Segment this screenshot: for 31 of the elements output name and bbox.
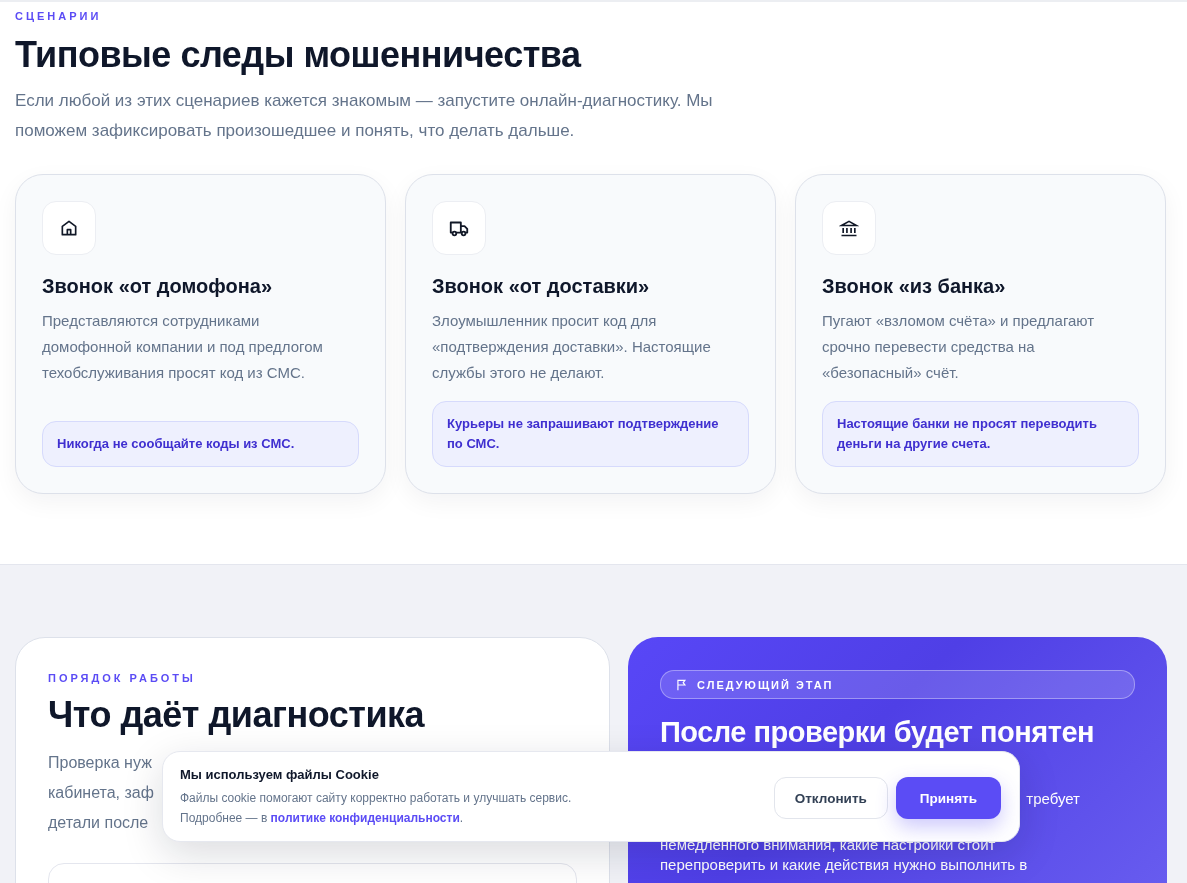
section-label: ПОРЯДОК РАБОТЫ: [48, 672, 197, 684]
cookie-more-text: Подробнее — в политике конфиденциальности.: [180, 810, 465, 827]
badge-label: СЛЕДУЮЩИЙ ЭТАП: [697, 678, 834, 691]
tip-note: Настоящие банки не просят переводить деньги на другие счета.: [822, 401, 1139, 467]
cookie-title: Мы используем файлы Cookie: [180, 767, 380, 782]
text-line: детали после: [48, 813, 149, 833]
card-title: Звонок «от домофона»: [42, 275, 273, 298]
card-description: Злоумышленник просит код для «подтверждения доставки». Настоящие службы этого не делают.: [432, 311, 712, 383]
card-heading: После проверки будет понятен: [660, 715, 1096, 749]
decline-button[interactable]: Отклонить: [773, 777, 888, 819]
house-icon: [59, 218, 79, 238]
flag-icon: [675, 677, 689, 692]
accept-button[interactable]: Принять: [895, 777, 1001, 819]
text-line: Проверка нуж: [48, 753, 152, 773]
tip-note: Курьеры не запрашивают подтверждение по СМС.: [432, 401, 749, 467]
cookie-text: Файлы cookie помогают сайту корректно работать и улучшать сервис.: [180, 790, 572, 807]
text-line: требует: [1026, 789, 1080, 809]
section-label: СЦЕНАРИИ: [15, 10, 103, 22]
card-description: Представляются сотрудниками домофонной компании и под предлогом техобслуживания просят код из СМС.: [42, 311, 324, 383]
section-title: Типовые следы мошенничества: [15, 34, 583, 76]
card-title: Звонок «от доставки»: [432, 275, 651, 298]
tip-note: Никогда не сообщайте коды из СМС.: [42, 421, 359, 467]
text-line: немедленного внимания, какие настройки стоит: [660, 835, 996, 855]
text-line: кабинета, заф: [48, 783, 154, 803]
text-line: перепроверить и какие действия нужно выполнить в: [660, 855, 1028, 875]
privacy-policy-link[interactable]: политике конфиденциальности: [270, 811, 460, 825]
card-title: Звонок «из банка»: [822, 275, 1007, 298]
card-heading: Что даёт диагностика: [48, 694, 426, 736]
card-description: Пугают «взломом счёта» и предлагают срочно перевести средства на «безопасный» счёт.: [822, 311, 1096, 383]
section-description: Если любой из этих сценариев кажется знакомым — запустите онлайн-диагностику. Мы поможем зафиксировать произошедшее и понять, что делать дальше.: [15, 90, 714, 142]
bank-icon: [839, 218, 859, 238]
